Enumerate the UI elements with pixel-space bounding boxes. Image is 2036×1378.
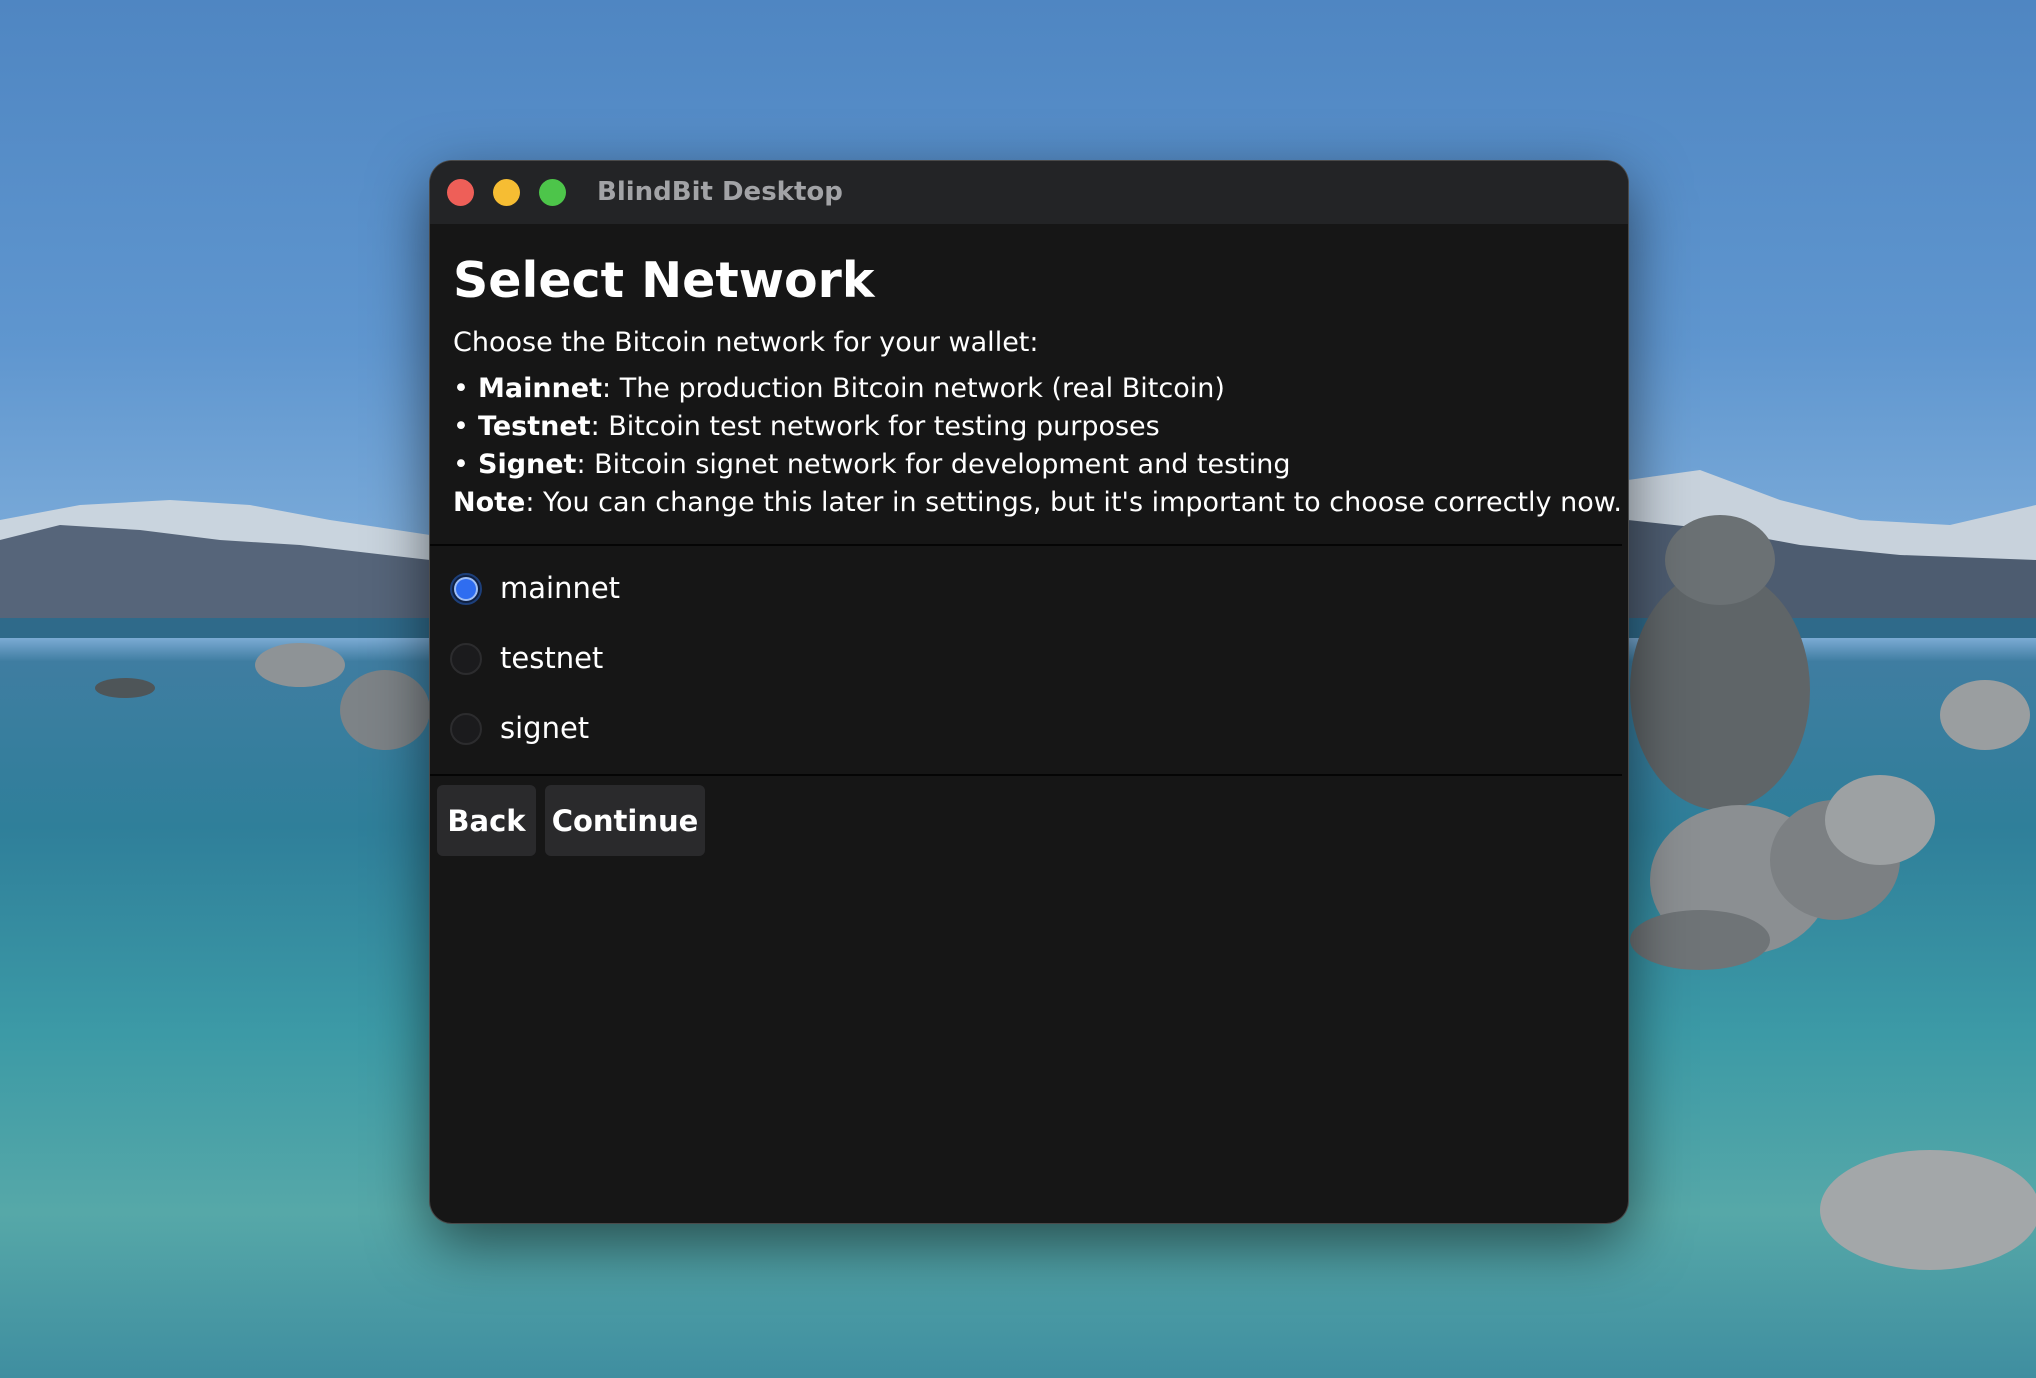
bullet-text: : Bitcoin signet network for development… [576, 449, 1291, 480]
select-network-content: Select Network Choose the Bitcoin networ… [430, 224, 1628, 1223]
minimize-icon[interactable] [493, 179, 520, 206]
maximize-icon[interactable] [539, 179, 566, 206]
radio-option-signet[interactable]: signet [450, 709, 850, 753]
page-title: Select Network [453, 252, 875, 309]
bullet-text: : Bitcoin test network for testing purpo… [590, 411, 1160, 442]
bullet-signet: • Signet: Bitcoin signet network for deve… [453, 449, 1291, 480]
divider [430, 774, 1622, 776]
bullet-mainnet: • Mainnet: The production Bitcoin network… [453, 373, 1225, 404]
intro-text: Choose the Bitcoin network for your wall… [453, 327, 1039, 358]
bullet-dot: • [453, 373, 469, 404]
radio-label[interactable]: signet [500, 711, 589, 745]
back-button[interactable]: Back [437, 785, 536, 856]
bullet-dot: • [453, 449, 469, 480]
bullet-dot: • [453, 411, 469, 442]
bullet-name: Testnet [478, 411, 591, 442]
radio-button[interactable] [450, 573, 482, 605]
note-body: : You can change this later in settings,… [525, 487, 1622, 518]
radio-button[interactable] [450, 643, 482, 675]
window-title: BlindBit Desktop [597, 177, 843, 207]
bullet-name: Signet [478, 449, 577, 480]
radio-button[interactable] [450, 713, 482, 745]
note-label: Note [453, 487, 526, 518]
bullet-text: : The production Bitcoin network (real B… [602, 373, 1225, 404]
bullet-testnet: • Testnet: Bitcoin test network for testi… [453, 411, 1160, 442]
close-icon[interactable] [447, 179, 474, 206]
radio-option-testnet[interactable]: testnet [450, 639, 850, 683]
bullet-name: Mainnet [478, 373, 603, 404]
title-bar[interactable]: BlindBit Desktop [430, 161, 1628, 224]
divider [430, 544, 1622, 546]
app-window: BlindBit Desktop Select Network Choose t… [430, 161, 1628, 1223]
radio-label[interactable]: testnet [500, 641, 603, 675]
radio-label[interactable]: mainnet [500, 571, 620, 605]
radio-option-mainnet[interactable]: mainnet [450, 569, 850, 613]
continue-button[interactable]: Continue [545, 785, 705, 856]
note-text: Note: You can change this later in setti… [453, 487, 1622, 518]
